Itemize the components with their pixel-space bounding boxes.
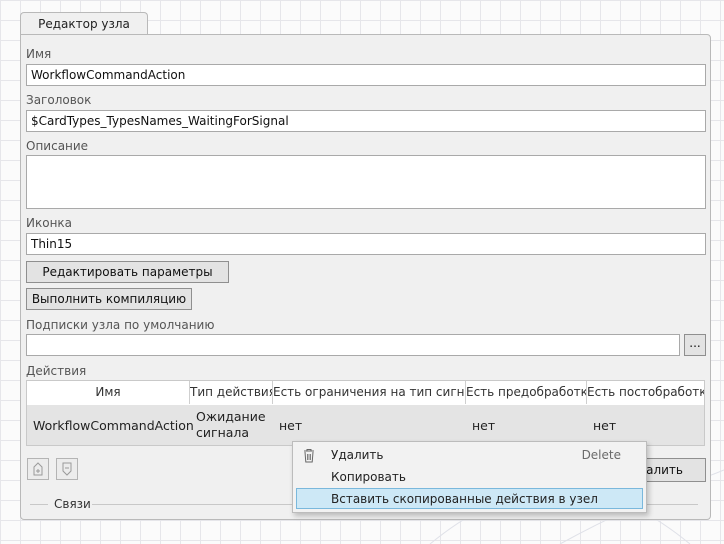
column-header-signal-restriction[interactable]: Есть ограничения на тип сигнала bbox=[273, 381, 466, 404]
browse-subscriptions-button[interactable]: ... bbox=[684, 334, 706, 356]
subscriptions-field[interactable] bbox=[26, 334, 680, 356]
links-divider-left bbox=[30, 504, 48, 505]
column-header-postprocessing[interactable]: Есть постобработка bbox=[587, 381, 704, 404]
menu-item-paste-actions[interactable]: Вставить скопированные действия в узел bbox=[296, 488, 643, 509]
cell-action-type: Ожидание сигнала bbox=[190, 405, 273, 445]
description-field[interactable] bbox=[26, 155, 706, 209]
cell-postprocessing: нет bbox=[593, 417, 617, 433]
title-field[interactable]: $CardTypes_TypesNames_WaitingForSignal bbox=[26, 110, 706, 132]
icon-field[interactable]: Thin15 bbox=[26, 233, 706, 255]
links-section-label: Связи bbox=[54, 497, 91, 511]
cell-action-type-line2: сигнала bbox=[196, 425, 250, 440]
column-header-action-type[interactable]: Тип действия bbox=[190, 381, 273, 404]
cell-name: WorkflowCommandAction bbox=[33, 417, 194, 433]
context-menu: Удалить Delete Копировать Вставить скопи… bbox=[292, 441, 647, 513]
name-field[interactable]: WorkflowCommandAction bbox=[26, 64, 706, 86]
menu-item-copy[interactable]: Копировать bbox=[296, 467, 643, 488]
menu-item-paste-actions-label: Вставить скопированные действия в узел bbox=[331, 492, 598, 506]
cell-signal-restriction: нет bbox=[279, 417, 303, 433]
column-header-preprocessing[interactable]: Есть предобработка bbox=[466, 381, 587, 404]
move-up-button[interactable] bbox=[27, 458, 49, 480]
menu-item-copy-label: Копировать bbox=[331, 470, 406, 484]
tab-node-editor[interactable]: Редактор узла bbox=[20, 12, 148, 35]
description-label: Описание bbox=[26, 139, 89, 153]
edit-node-params-button[interactable]: Редактировать параметры узла bbox=[26, 261, 229, 299]
move-down-button[interactable] bbox=[56, 458, 78, 480]
menu-item-delete-shortcut: Delete bbox=[581, 448, 621, 462]
menu-item-delete[interactable]: Удалить Delete bbox=[296, 445, 643, 466]
title-label: Заголовок bbox=[26, 93, 92, 107]
actions-grid: Имя Тип действия Есть ограничения на тип… bbox=[26, 380, 705, 446]
column-header-name[interactable]: Имя bbox=[27, 381, 190, 404]
subscriptions-label: Подписки узла по умолчанию bbox=[26, 318, 215, 332]
name-label: Имя bbox=[26, 47, 52, 61]
table-row[interactable]: WorkflowCommandAction Ожидание сигнала н… bbox=[27, 405, 704, 445]
trash-icon bbox=[304, 449, 314, 463]
cell-preprocessing: нет bbox=[472, 417, 496, 433]
cell-action-type-line1: Ожидание bbox=[196, 409, 266, 424]
compile-button[interactable]: Выполнить компиляцию bbox=[26, 288, 192, 310]
remove-down-icon bbox=[62, 462, 72, 476]
menu-item-delete-label: Удалить bbox=[331, 448, 384, 462]
actions-label: Действия bbox=[26, 364, 87, 378]
icon-label: Иконка bbox=[26, 216, 73, 230]
add-up-icon bbox=[33, 462, 43, 476]
